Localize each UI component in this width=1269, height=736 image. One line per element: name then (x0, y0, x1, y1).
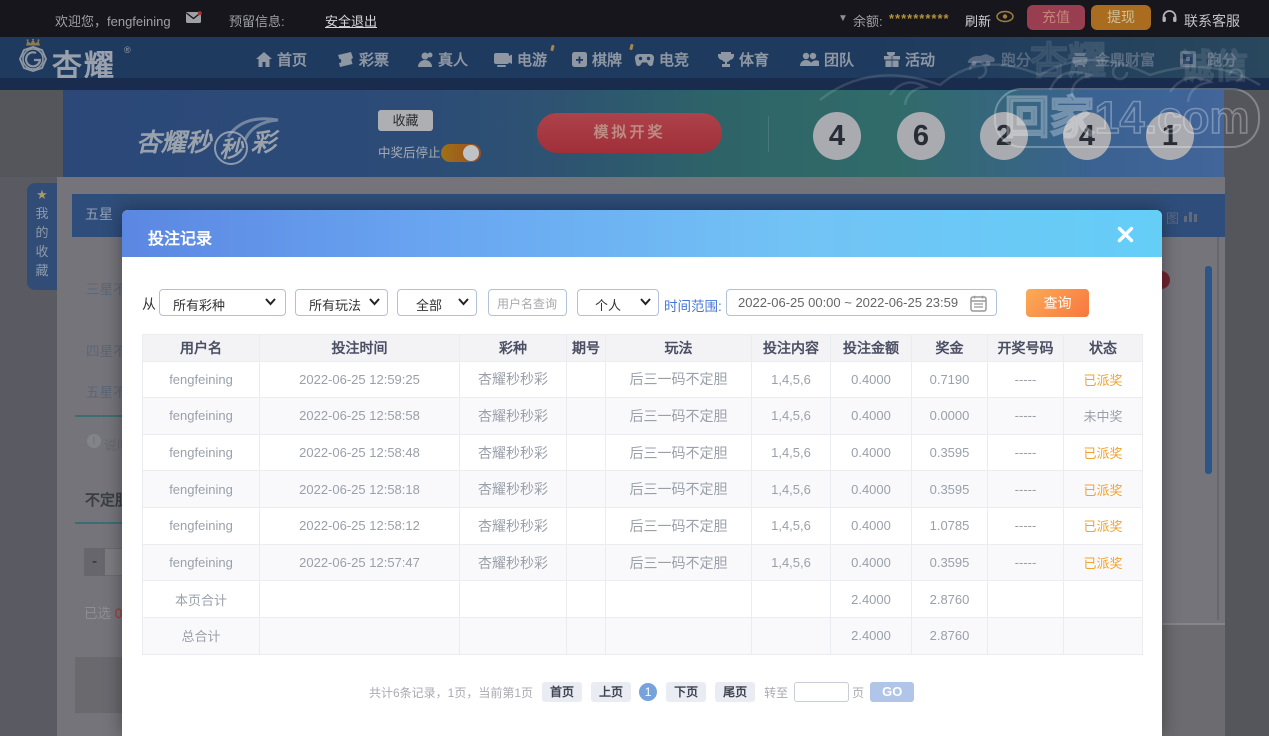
svg-text:诚信: 诚信 (1180, 48, 1248, 86)
svg-text:杏耀: 杏耀 (1030, 41, 1106, 83)
